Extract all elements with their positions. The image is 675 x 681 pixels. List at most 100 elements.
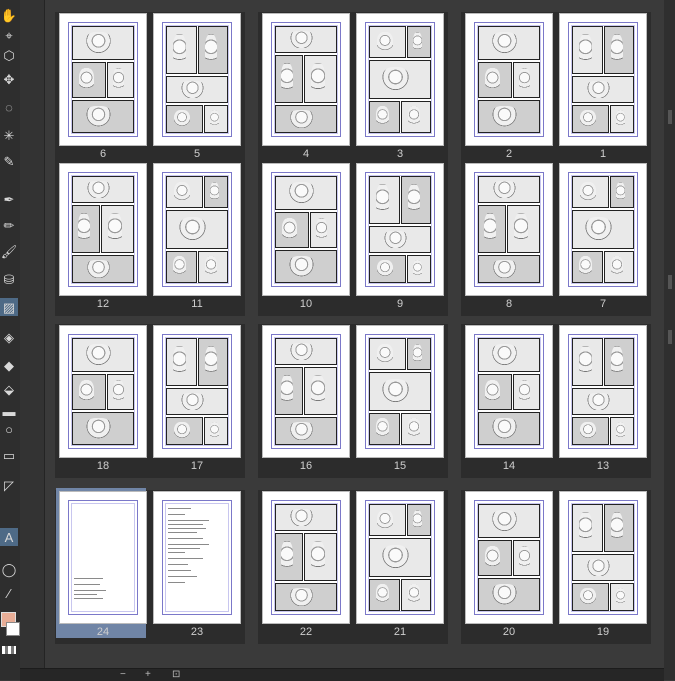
text-line <box>168 520 209 521</box>
object-icon[interactable]: ⬡ <box>0 46 18 64</box>
text-line <box>168 558 203 559</box>
page-spread: 16 15 <box>258 324 448 478</box>
text-line <box>168 582 186 583</box>
frame-icon[interactable]: ▭ <box>0 446 18 464</box>
zoom-out-button[interactable]: − <box>120 669 126 681</box>
page-thumbnail-8[interactable] <box>465 163 553 296</box>
page-thumbnail-19[interactable] <box>559 491 647 624</box>
lasso-icon[interactable]: ◌ <box>0 98 18 116</box>
text-line <box>168 570 192 571</box>
figure-icon[interactable]: ○ <box>0 420 18 438</box>
text-line <box>74 594 98 595</box>
page-thumbnail-15[interactable] <box>356 325 444 458</box>
page-number: 15 <box>393 460 407 472</box>
vertical-scrollbar[interactable] <box>664 0 675 680</box>
page-thumbnail-9[interactable] <box>356 163 444 296</box>
comic-panel <box>72 411 134 445</box>
comic-panel <box>369 338 407 371</box>
comic-panel <box>478 540 513 576</box>
page-thumbnail-22[interactable] <box>262 491 350 624</box>
page-thumbnail-23[interactable] <box>153 491 241 624</box>
comic-panels <box>478 176 540 283</box>
comic-panels <box>72 338 134 445</box>
page-thumbnail-14[interactable] <box>465 325 553 458</box>
page-spread: 20 19 <box>461 490 651 644</box>
zoom-bar: − + ⊡ <box>20 668 664 681</box>
comic-panel <box>401 412 431 445</box>
page-number: 10 <box>299 298 313 310</box>
move-icon[interactable]: ✥ <box>0 70 18 88</box>
comic-panels <box>478 338 540 445</box>
page-number: 1 <box>599 148 607 160</box>
pen-icon[interactable]: ✒ <box>0 190 18 208</box>
comic-panel <box>369 100 400 133</box>
text-line <box>168 552 186 553</box>
text-icon[interactable]: A <box>0 528 18 546</box>
page-thumbnail-16[interactable] <box>262 325 350 458</box>
page-number: 7 <box>599 298 607 310</box>
comic-panel <box>369 176 400 225</box>
fit-button[interactable]: ⊡ <box>172 669 180 681</box>
zoom-icon[interactable]: ⌖ <box>0 26 18 44</box>
page-thumbnail-4[interactable] <box>262 13 350 146</box>
pencil-icon[interactable]: ✏ <box>0 216 18 234</box>
fill-icon[interactable]: ⬙ <box>0 380 18 398</box>
comic-panel <box>72 255 134 283</box>
page-thumbnail-12[interactable] <box>59 163 147 296</box>
comic-panel <box>204 417 228 445</box>
comic-panel <box>166 176 204 209</box>
page-thumbnail-18[interactable] <box>59 325 147 458</box>
comic-panel <box>107 374 134 410</box>
eraser-icon[interactable]: ◆ <box>0 356 18 374</box>
page-thumbnail-2[interactable] <box>465 13 553 146</box>
page-number: 5 <box>193 148 201 160</box>
hand-icon[interactable]: ✋ <box>0 6 18 24</box>
page-thumbnail-11[interactable] <box>153 163 241 296</box>
page-thumbnail-24[interactable] <box>59 491 147 624</box>
text-line <box>74 578 103 579</box>
comic-panel <box>369 226 431 254</box>
page-thumbnail-10[interactable] <box>262 163 350 296</box>
page-thumbnail-17[interactable] <box>153 325 241 458</box>
page-thumbnail-5[interactable] <box>153 13 241 146</box>
correct-line-icon[interactable]: ∕ <box>0 584 18 602</box>
page-spread: 87 <box>461 162 651 316</box>
balloon-icon[interactable]: ◯ <box>0 560 18 578</box>
comic-panels <box>572 338 634 445</box>
page-thumbnail-13[interactable] <box>559 325 647 458</box>
scroll-tick <box>668 275 672 289</box>
comic-panel <box>275 249 337 283</box>
magic-wand-icon[interactable]: ✳ <box>0 126 18 144</box>
comic-panel <box>572 210 634 249</box>
comic-panel <box>275 338 337 365</box>
zoom-in-button[interactable]: + <box>145 669 151 681</box>
transparent-color-swatch[interactable] <box>2 646 16 654</box>
page-thumbnail-20[interactable] <box>465 491 553 624</box>
decoration-icon[interactable]: ▨ <box>0 298 18 316</box>
page-spread: 65 <box>55 12 245 166</box>
eyedropper-icon[interactable]: ✎ <box>0 152 18 170</box>
comic-panel <box>275 504 337 531</box>
comic-panel <box>198 338 228 387</box>
page-number: 12 <box>96 298 110 310</box>
page-thumbnail-1[interactable] <box>559 13 647 146</box>
page-thumbnail-21[interactable] <box>356 491 444 624</box>
page-thumbnail-6[interactable] <box>59 13 147 146</box>
page-number: 13 <box>596 460 610 472</box>
comic-panel <box>72 374 107 410</box>
sub-color-swatch[interactable] <box>6 622 20 636</box>
page-thumbnail-7[interactable] <box>559 163 647 296</box>
scroll-thumb[interactable] <box>668 330 672 344</box>
brush-icon[interactable]: 🖌 <box>0 242 18 260</box>
comic-panel <box>204 105 228 133</box>
gradient-icon[interactable]: ▬ <box>0 402 18 420</box>
blend-icon[interactable]: ◈ <box>0 328 18 346</box>
page-thumbnail-3[interactable] <box>356 13 444 146</box>
ruler-icon[interactable]: ◸ <box>0 476 18 494</box>
page-spread: 21 <box>461 12 651 166</box>
airbrush-icon[interactable]: ⛁ <box>0 270 18 288</box>
comic-panel <box>166 388 228 416</box>
text-line <box>74 590 106 591</box>
comic-panel <box>275 212 310 248</box>
comic-panel <box>478 338 540 373</box>
